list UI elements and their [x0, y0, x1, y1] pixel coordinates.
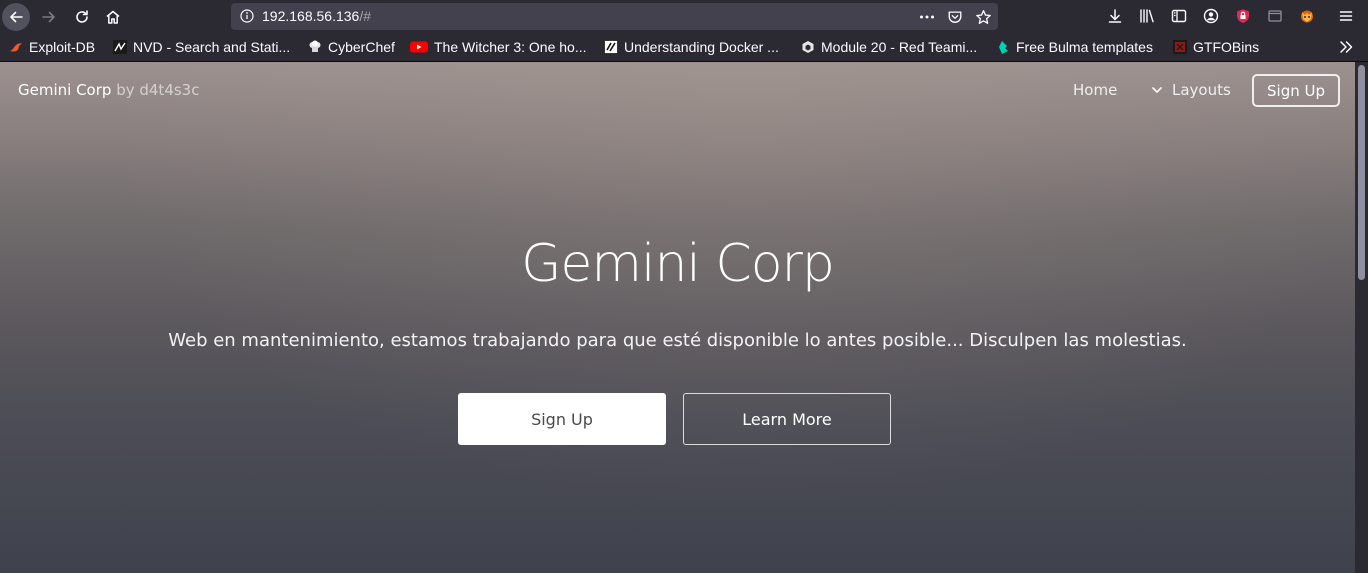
nvd-icon: [113, 40, 127, 54]
url-bar[interactable]: 192.168.56.136/#: [231, 3, 998, 30]
arrow-left-icon: [10, 11, 23, 23]
account-button[interactable]: [1201, 6, 1221, 26]
bookmark-label: Module 20 - Red Teami...: [821, 39, 978, 55]
docker-book-icon: [604, 40, 618, 54]
chevron-down-icon: [1152, 87, 1162, 93]
bookmark-label: Free Bulma templates: [1016, 39, 1153, 55]
bookmark-gtfobins[interactable]: GTFOBins: [1173, 38, 1259, 56]
page-actions-button[interactable]: [918, 8, 936, 26]
nav-home-link[interactable]: Home: [1073, 81, 1117, 99]
lock-shield-icon: [1237, 9, 1249, 23]
brand-name: Gemini Corp: [18, 81, 112, 99]
bookmark-label: GTFOBins: [1193, 39, 1260, 55]
web-page: Gemini Corp by d4t4s3c Home Layouts Sign…: [0, 62, 1355, 573]
hero-learn-more-button[interactable]: Learn More: [683, 393, 891, 445]
app-menu-button[interactable]: [1336, 6, 1356, 26]
module-icon: [801, 40, 815, 54]
sidebar-button[interactable]: [1169, 6, 1189, 26]
library-icon: [1140, 9, 1154, 23]
cyberchef-icon: [308, 40, 322, 54]
back-button[interactable]: [2, 3, 30, 31]
bookmark-exploit-db[interactable]: Exploit-DB: [9, 38, 95, 56]
bookmark-understanding-docker[interactable]: Understanding Docker ...: [604, 38, 779, 56]
more-dots-icon: [920, 15, 934, 19]
download-icon: [1108, 9, 1122, 23]
bookmark-label: Understanding Docker ...: [624, 39, 779, 55]
bookmark-label: NVD - Search and Stati...: [133, 39, 291, 55]
scrollbar-thumb[interactable]: [1358, 65, 1365, 280]
bookmark-module-20[interactable]: Module 20 - Red Teami...: [801, 38, 977, 56]
nav-layouts-label: Layouts: [1172, 81, 1231, 99]
window-icon: [1268, 10, 1282, 22]
nav-layouts-dropdown[interactable]: Layouts: [1151, 81, 1231, 99]
star-icon: [975, 9, 991, 24]
page-scrollbar[interactable]: [1355, 62, 1368, 573]
bookmark-star-button[interactable]: [974, 8, 992, 26]
bookmark-witcher-video[interactable]: The Witcher 3: One ho...: [410, 38, 587, 56]
hero-signup-button[interactable]: Sign Up: [458, 393, 666, 445]
hero-subtitle: Web en mantenimiento, estamos trabajando…: [168, 330, 1187, 351]
youtube-icon: [410, 40, 428, 54]
info-icon[interactable]: [240, 9, 254, 23]
arrow-right-icon: [42, 11, 55, 23]
reload-icon: [76, 10, 88, 23]
hero-title: Gemini Corp: [521, 234, 835, 294]
bulma-icon: [996, 40, 1010, 54]
browser-toolbar: 192.168.56.136/#: [0, 0, 1368, 33]
pocket-icon: [948, 11, 962, 23]
gtfobins-icon: [1173, 40, 1187, 54]
nav-signup-button[interactable]: Sign Up: [1252, 74, 1340, 107]
reload-button[interactable]: [68, 3, 96, 31]
foxy-proxy-button[interactable]: [1297, 6, 1317, 26]
url-path: /#: [359, 8, 372, 24]
chevron-double-right-icon[interactable]: [1338, 39, 1354, 55]
bookmark-cyberchef[interactable]: CyberChef: [308, 38, 395, 56]
hamburger-menu-icon: [1339, 11, 1353, 21]
site-brand[interactable]: Gemini Corp by d4t4s3c: [18, 81, 199, 99]
forward-button[interactable]: [35, 3, 63, 31]
url-host: 192.168.56.136: [262, 8, 360, 24]
bookmark-label: The Witcher 3: One ho...: [434, 39, 587, 55]
bookmarks-toolbar: Exploit-DB NVD - Search and Stati... Cyb…: [0, 33, 1368, 62]
bookmark-label: CyberChef: [328, 39, 395, 55]
url-text[interactable]: 192.168.56.136/#: [262, 8, 371, 24]
pocket-button[interactable]: [946, 8, 964, 26]
bookmark-nvd[interactable]: NVD - Search and Stati...: [113, 38, 290, 56]
exploitdb-icon: [9, 40, 23, 54]
home-icon: [106, 10, 120, 24]
account-icon: [1203, 8, 1219, 24]
sidebar-icon: [1171, 9, 1187, 23]
fox-extension-icon: [1301, 10, 1313, 23]
bookmark-bulma-templates[interactable]: Free Bulma templates: [996, 38, 1153, 56]
downloads-button[interactable]: [1105, 6, 1125, 26]
library-button[interactable]: [1137, 6, 1157, 26]
brand-author: by d4t4s3c: [116, 81, 200, 99]
container-tab-button[interactable]: [1265, 6, 1285, 26]
private-extension-button[interactable]: [1233, 6, 1253, 26]
home-button[interactable]: [99, 3, 127, 31]
bookmark-label: Exploit-DB: [29, 39, 96, 55]
